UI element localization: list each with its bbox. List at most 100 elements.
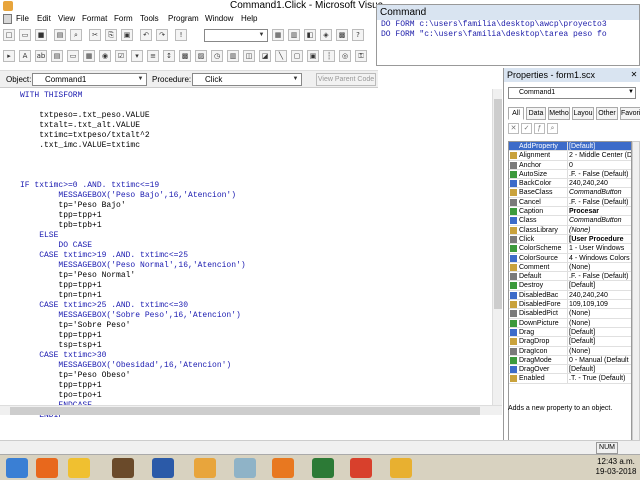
editbox-icon[interactable]: ▤ xyxy=(51,50,63,62)
timer-icon[interactable]: ◷ xyxy=(211,50,223,62)
property-value[interactable]: 0 xyxy=(567,160,631,169)
media-player-icon[interactable] xyxy=(312,458,334,478)
toolbox-icon[interactable]: ▩ xyxy=(336,29,348,41)
command-window-icon[interactable]: ▦ xyxy=(272,29,284,41)
property-value[interactable]: 0 - Manual (Default xyxy=(567,355,631,365)
accept-icon[interactable]: ✓ xyxy=(521,123,532,134)
optiongroup-icon[interactable]: ◉ xyxy=(99,50,111,62)
pointer-icon[interactable]: ▸ xyxy=(3,50,15,62)
help-icon[interactable]: ? xyxy=(352,29,364,41)
menu-view[interactable]: View xyxy=(58,14,75,23)
foxpro-taskbar-icon[interactable] xyxy=(390,458,412,478)
hyperlink-icon[interactable]: ◎ xyxy=(339,50,351,62)
vlc-icon[interactable] xyxy=(272,458,294,478)
code-line[interactable]: IF txtimc>=0 .AND. txtimc<=19 xyxy=(20,181,159,191)
property-row[interactable]: Anchor 0 xyxy=(509,160,631,170)
tab-methods[interactable]: Metho xyxy=(548,107,570,120)
class-browser-icon[interactable]: ◧ xyxy=(304,29,316,41)
property-value[interactable]: 240,240,240 xyxy=(567,179,631,188)
property-row[interactable]: Enabled .T. - True (Default) xyxy=(509,374,631,384)
tab-all[interactable]: All xyxy=(508,107,524,120)
property-row[interactable]: Class CommandButton xyxy=(509,216,631,226)
code-line[interactable]: .txt_imc.VALUE=txtimc xyxy=(20,141,140,151)
property-value[interactable]: [Default] xyxy=(567,365,631,374)
word-icon[interactable] xyxy=(152,458,174,478)
paste-icon[interactable]: ▣ xyxy=(121,29,133,41)
data-session-icon[interactable]: ▥ xyxy=(288,29,300,41)
property-value[interactable]: (None) xyxy=(567,262,631,272)
code-line[interactable]: txtpeso=.txt_peso.VALUE xyxy=(20,111,149,121)
property-row[interactable]: Drag [Default] xyxy=(509,327,631,338)
property-value[interactable]: 2 - Middle Center (D xyxy=(567,151,631,160)
property-value[interactable]: [Default] xyxy=(567,327,631,337)
property-value[interactable]: CommandButton xyxy=(567,216,631,225)
tab-layout[interactable]: Layou xyxy=(572,107,594,120)
code-line[interactable]: ELSE xyxy=(20,231,58,241)
property-value[interactable]: [User Procedure xyxy=(567,234,631,244)
property-row[interactable]: ColorScheme 1 - User Windows xyxy=(509,244,631,254)
menu-format[interactable]: Format xyxy=(82,14,107,23)
property-row[interactable]: ClassLibrary (None) xyxy=(509,225,631,235)
cut-icon[interactable]: ✂ xyxy=(89,29,101,41)
oleobject-icon[interactable]: ◫ xyxy=(243,50,255,62)
commandbutton-icon[interactable]: ▭ xyxy=(67,50,79,62)
code-line[interactable]: tpp=tpp+1 xyxy=(20,281,101,291)
undo-icon[interactable]: ↶ xyxy=(140,29,152,41)
tab-favorites[interactable]: Favorit xyxy=(620,107,640,120)
code-line[interactable]: tp='Peso Obeso' xyxy=(20,371,130,381)
listbox-icon[interactable]: ≡ xyxy=(147,50,159,62)
textbox-icon[interactable]: ab xyxy=(35,50,47,62)
property-value[interactable]: .T. - True (Default) xyxy=(567,374,631,383)
property-value[interactable]: (None) xyxy=(567,346,631,355)
separator-icon[interactable]: ┆ xyxy=(323,50,335,62)
scroll-thumb[interactable] xyxy=(494,99,502,309)
code-line[interactable]: tp='Peso Bajo' xyxy=(20,201,125,211)
grid-icon[interactable]: ▩ xyxy=(179,50,191,62)
windows-start-icon[interactable] xyxy=(6,458,28,478)
pageframe-icon[interactable]: ▥ xyxy=(227,50,239,62)
property-row[interactable]: DragOver [Default] xyxy=(509,365,631,375)
property-row[interactable]: AddProperty [Default] xyxy=(509,142,631,152)
menu-window[interactable]: Window xyxy=(205,14,233,23)
code-line[interactable]: tp='Sobre Peso' xyxy=(20,321,130,331)
command-line[interactable]: DO FORM c:\users\familia\desktop\awcp\pr… xyxy=(377,20,639,30)
close-icon[interactable]: ✕ xyxy=(629,70,639,80)
foxpro-app-icon[interactable] xyxy=(3,1,13,11)
code-line[interactable]: tpp=tpp+1 xyxy=(20,381,101,391)
open-folder-icon[interactable]: ▭ xyxy=(19,29,31,41)
code-line[interactable]: CASE txtimc>25 .AND. txtimc<=30 xyxy=(20,301,188,311)
run-icon[interactable]: ! xyxy=(175,29,187,41)
code-editor[interactable]: WITH THISFORM txtpeso=.txt_peso.VALUE tx… xyxy=(0,89,502,419)
new-file-icon[interactable]: □ xyxy=(3,29,15,41)
taskbar-clock[interactable]: 12:43 a.m. 19-03-2018 xyxy=(594,457,638,477)
property-value[interactable]: (None) xyxy=(567,309,631,318)
menu-program[interactable]: Program xyxy=(168,14,199,23)
code-line[interactable]: tpb=tpb+1 xyxy=(20,221,101,231)
property-row[interactable]: DisabledFore 109,109,109 xyxy=(509,300,631,310)
olebound-icon[interactable]: ◪ xyxy=(259,50,271,62)
property-value[interactable]: Procesar xyxy=(567,207,631,216)
property-row[interactable]: AutoSize .F. - False (Default) xyxy=(509,169,631,180)
code-line[interactable]: MESSAGEBOX('Sobre Peso',16,'Atencion') xyxy=(20,311,240,321)
code-line[interactable]: MESSAGEBOX('Obesidad',16,'Atencion') xyxy=(20,361,231,371)
property-value[interactable]: .F. - False (Default) xyxy=(567,272,631,281)
document-view-icon[interactable]: ◈ xyxy=(320,29,332,41)
property-row[interactable]: Caption Procesar xyxy=(509,207,631,217)
app-icon[interactable] xyxy=(112,458,134,478)
property-value[interactable]: [Default] xyxy=(567,142,631,151)
toolbar-combo[interactable]: ▼ xyxy=(204,29,268,42)
code-line[interactable]: tpp=tpp+1 xyxy=(20,331,101,341)
procedure-select[interactable]: Click ▼ xyxy=(192,73,302,86)
code-line[interactable]: tpn=tpn+1 xyxy=(20,291,101,301)
property-value[interactable]: 4 - Windows Colors xyxy=(567,253,631,262)
redo-icon[interactable]: ↷ xyxy=(156,29,168,41)
checkbox-icon[interactable]: ☑ xyxy=(115,50,127,62)
editor-horizontal-scrollbar[interactable] xyxy=(0,405,502,415)
view-parent-code-button[interactable]: View Parent Code xyxy=(316,73,376,86)
properties-object-select[interactable]: Command1 ▼ xyxy=(508,87,636,99)
property-row[interactable]: DownPicture (None) xyxy=(509,318,631,328)
command-window[interactable]: Command DO FORM c:\users\familia\desktop… xyxy=(376,4,640,66)
code-line[interactable]: tp='Peso Normal' xyxy=(20,271,135,281)
tab-other[interactable]: Other xyxy=(596,107,618,120)
commandgroup-icon[interactable]: ▦ xyxy=(83,50,95,62)
